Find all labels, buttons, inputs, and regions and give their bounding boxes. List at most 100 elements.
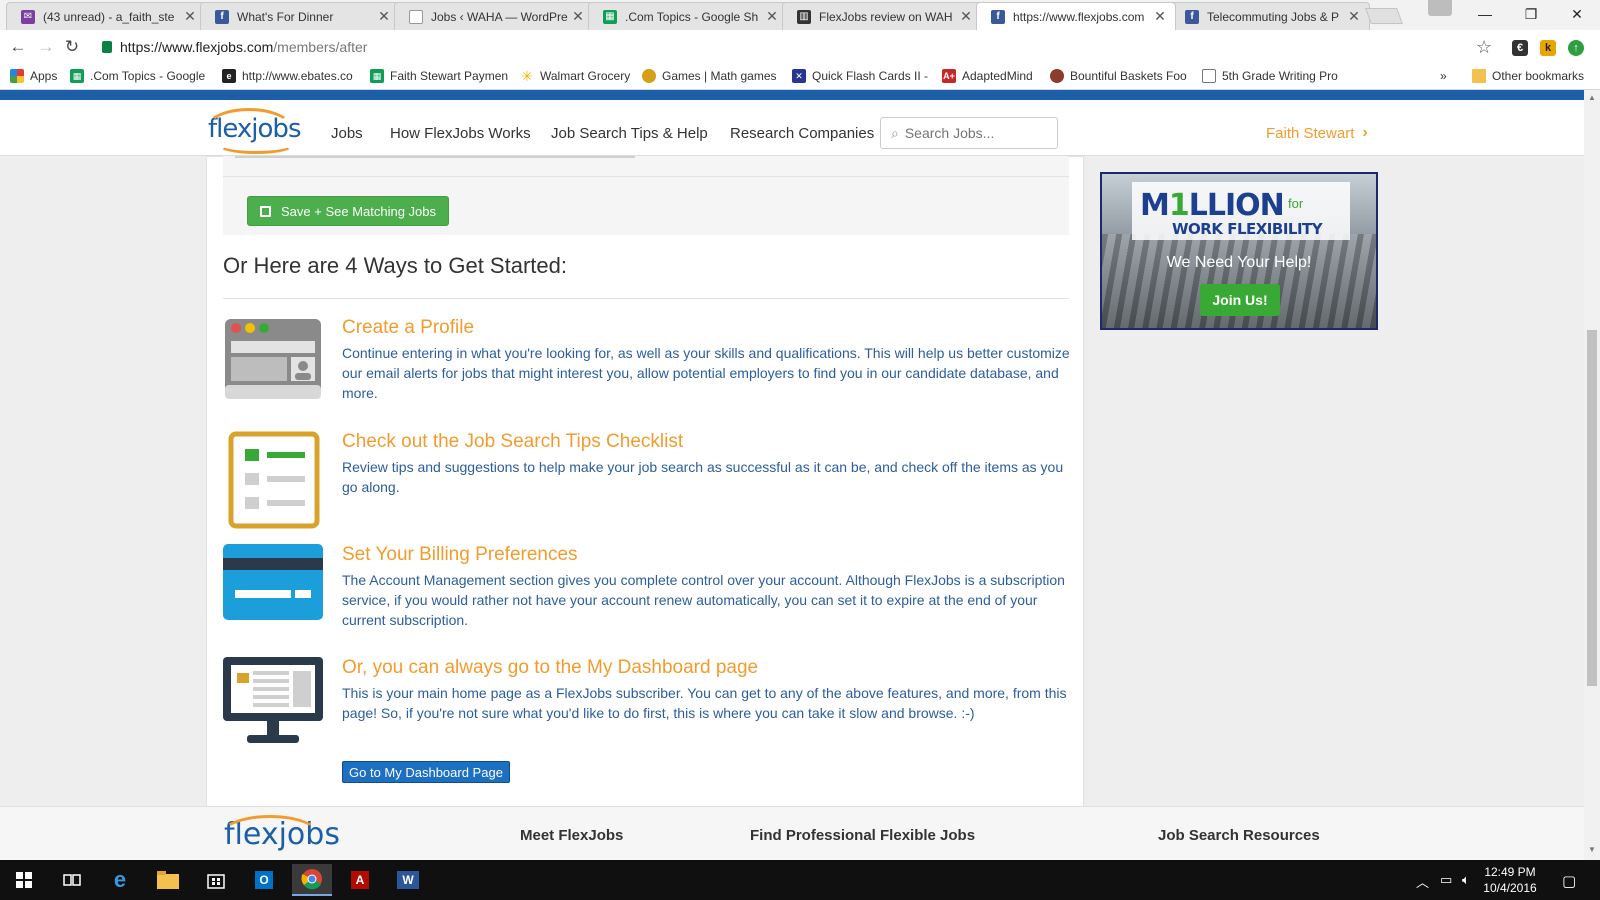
- back-icon[interactable]: ←: [8, 37, 28, 57]
- tab-title: FlexJobs review on WAH: [819, 9, 953, 24]
- footer-heading-meet: Meet FlexJobs: [520, 827, 624, 844]
- bookmark-apps[interactable]: Apps: [10, 69, 62, 83]
- close-icon[interactable]: ✕: [959, 8, 973, 25]
- footer-heading-resources: Job Search Resources: [1158, 827, 1320, 844]
- bookmark-item[interactable]: Games | Math games: [642, 69, 780, 83]
- scrollbar-thumb[interactable]: [1587, 330, 1597, 686]
- system-clock[interactable]: 12:49 PM 10/4/2016: [1480, 864, 1540, 896]
- extension-k-icon[interactable]: k: [1540, 40, 1556, 56]
- bookmark-item[interactable]: ✳ Walmart Grocery: [520, 69, 640, 83]
- search-input[interactable]: [904, 125, 1045, 141]
- profile-icon[interactable]: [1428, 0, 1452, 16]
- browser-tab[interactable]: f Telecommuting Jobs & P ✕: [1170, 2, 1370, 30]
- bookmark-label: AdaptedMind: [962, 69, 1033, 83]
- file-explorer-icon[interactable]: [148, 864, 188, 896]
- ad-subline: WORK FLEXIBILITY: [1172, 220, 1323, 238]
- close-icon[interactable]: ✕: [765, 8, 779, 25]
- forward-icon[interactable]: →: [36, 37, 56, 57]
- credit-card-icon: [223, 544, 323, 620]
- url-path: /members/after: [273, 39, 368, 55]
- flexjobs-logo[interactable]: flexjobs: [204, 108, 301, 154]
- nav-how-flexjobs-works[interactable]: How FlexJobs Works: [390, 125, 531, 142]
- extension-update-icon[interactable]: ↑: [1568, 40, 1584, 56]
- chrome-icon[interactable]: [292, 864, 332, 896]
- folder-icon: [1472, 69, 1486, 83]
- page-icon: [409, 9, 423, 24]
- coin-icon: [642, 69, 656, 83]
- close-icon[interactable]: ✕: [571, 8, 585, 25]
- bookmark-label: Bountiful Baskets Foo: [1070, 69, 1187, 83]
- tab-title: https://www.flexjobs.com: [1013, 9, 1145, 24]
- browser-tab[interactable]: ▥ FlexJobs review on WAH ✕: [782, 2, 982, 30]
- bookmark-item[interactable]: e http://www.ebates.co: [222, 69, 362, 83]
- lock-icon: [102, 41, 112, 53]
- bookmark-item[interactable]: 5th Grade Writing Pro: [1202, 69, 1342, 83]
- search-box[interactable]: ⌕: [880, 117, 1058, 149]
- nav-job-search-tips[interactable]: Job Search Tips & Help: [551, 125, 708, 142]
- bookmark-label: http://www.ebates.co: [242, 69, 353, 83]
- new-tab-button[interactable]: [1365, 8, 1403, 24]
- reload-icon[interactable]: ↻: [62, 37, 82, 57]
- bookmark-star-icon[interactable]: ☆: [1476, 37, 1492, 58]
- close-window-icon[interactable]: ✕: [1554, 0, 1600, 28]
- save-see-matching-jobs-button[interactable]: Save + See Matching Jobs: [247, 196, 450, 226]
- address-bar[interactable]: https://www.flexjobs.com/members/after: [90, 34, 1478, 60]
- bookmarks-overflow-button[interactable]: »: [1440, 69, 1454, 83]
- bookmark-item[interactable]: ▦ Faith Stewart Paymen: [370, 69, 510, 83]
- bookmark-label: Walmart Grocery: [540, 69, 631, 83]
- x-box-icon: ✕: [792, 69, 806, 83]
- show-hidden-icons[interactable]: ︿: [1416, 872, 1429, 891]
- million-for-work-flexibility-ad[interactable]: M1LLION for WORK FLEXIBILITY We Need You…: [1100, 172, 1378, 330]
- item-title[interactable]: Create a Profile: [342, 317, 474, 339]
- bookmark-item[interactable]: ▦ .Com Topics - Google: [70, 69, 210, 83]
- join-us-button[interactable]: Join Us!: [1200, 284, 1280, 316]
- browser-tab[interactable]: ▦ .Com Topics - Google Sh ✕: [588, 2, 788, 30]
- nav-research-companies[interactable]: Research Companies: [730, 125, 874, 142]
- word-icon[interactable]: W: [388, 864, 428, 896]
- facebook-icon: f: [215, 9, 229, 24]
- item-title[interactable]: Or, you can always go to the My Dashboar…: [342, 657, 758, 679]
- battery-icon[interactable]: ▭: [1440, 872, 1452, 888]
- bookmark-label: .Com Topics - Google: [90, 69, 206, 83]
- extension-icon[interactable]: €: [1512, 40, 1528, 56]
- site-footer: flexjobs Meet FlexJobs Find Professional…: [0, 806, 1584, 860]
- item-title[interactable]: Check out the Job Search Tips Checklist: [342, 431, 683, 453]
- browser-tab-active[interactable]: f https://www.flexjobs.com ✕: [976, 2, 1176, 30]
- volume-icon[interactable]: 🔈︎: [1462, 872, 1470, 888]
- nav-jobs[interactable]: Jobs: [331, 125, 363, 142]
- scroll-down-icon[interactable]: ▼: [1588, 846, 1596, 854]
- browser-tab[interactable]: f What's For Dinner ✕: [200, 2, 400, 30]
- logo-swoosh: [220, 815, 320, 855]
- scroll-up-icon[interactable]: ▲: [1588, 94, 1596, 102]
- browser-tab[interactable]: Jobs ‹ WAHA — WordPre ✕: [394, 2, 594, 30]
- store-icon[interactable]: [196, 864, 236, 896]
- trello-icon: ▥: [797, 9, 811, 24]
- footer-logo[interactable]: flexjobs: [220, 815, 340, 852]
- close-icon[interactable]: ✕: [1153, 8, 1167, 25]
- user-menu[interactable]: Faith Stewart ›: [1266, 124, 1368, 142]
- bookmark-item[interactable]: ✕ Quick Flash Cards II -: [792, 69, 930, 83]
- go-to-dashboard-button[interactable]: Go to My Dashboard Page: [342, 761, 510, 783]
- outlook-icon[interactable]: O: [244, 864, 284, 896]
- close-icon[interactable]: ✕: [1347, 8, 1361, 25]
- page-viewport: flexjobs Jobs How FlexJobs Works Job Sea…: [0, 90, 1584, 860]
- acrobat-icon[interactable]: A: [340, 864, 380, 896]
- restore-icon[interactable]: ❐: [1508, 0, 1554, 28]
- close-icon[interactable]: ✕: [183, 8, 197, 25]
- page-scrollbar[interactable]: ▲ ▼: [1584, 90, 1600, 860]
- browser-tab[interactable]: ✉ (43 unread) - a_faith_ste ✕: [6, 2, 206, 30]
- other-bookmarks[interactable]: Other bookmarks: [1472, 69, 1594, 83]
- windows-start-icon[interactable]: [4, 864, 44, 896]
- task-view-icon[interactable]: [52, 864, 92, 896]
- action-center-icon[interactable]: ▢: [1562, 872, 1576, 890]
- bookmark-item[interactable]: Bountiful Baskets Foo: [1050, 69, 1192, 83]
- close-icon[interactable]: ✕: [377, 8, 391, 25]
- tab-title: Telecommuting Jobs & P: [1207, 9, 1340, 24]
- item-title[interactable]: Set Your Billing Preferences: [342, 544, 578, 566]
- clock-date: 10/4/2016: [1483, 881, 1537, 895]
- logo-swoosh: [218, 136, 294, 154]
- apps-grid-icon: [10, 69, 24, 83]
- minimize-icon[interactable]: —: [1462, 0, 1508, 28]
- edge-icon[interactable]: e: [100, 864, 140, 896]
- bookmark-item[interactable]: A+ AdaptedMind: [942, 69, 1042, 83]
